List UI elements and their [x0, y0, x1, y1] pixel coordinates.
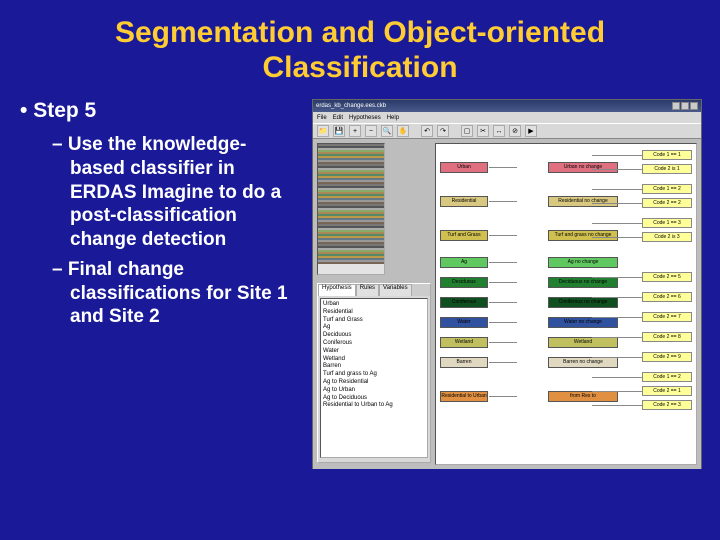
menubar: File Edit Hypotheses Help: [313, 112, 701, 123]
class-node[interactable]: Coniferous: [440, 297, 488, 308]
list-item[interactable]: Turf and Grass: [323, 317, 425, 325]
change-node[interactable]: Turf and grass no change: [548, 230, 618, 241]
list-item[interactable]: Residential: [323, 309, 425, 317]
list-item[interactable]: Coniferous: [323, 340, 425, 348]
tab-rules[interactable]: Rules: [356, 284, 379, 296]
save-icon[interactable]: 💾: [333, 125, 345, 137]
close-icon[interactable]: [690, 102, 698, 110]
list-item[interactable]: Ag: [323, 324, 425, 332]
overview-image: [317, 143, 385, 275]
change-node[interactable]: Residential no change: [548, 196, 618, 207]
class-node[interactable]: Urban: [440, 162, 488, 173]
rule-node[interactable]: Code 2 == 1: [642, 386, 692, 396]
change-node[interactable]: Deciduous no change: [548, 277, 618, 288]
class-node[interactable]: Ag: [440, 257, 488, 268]
tab-variables[interactable]: Variables: [379, 284, 412, 296]
workarea: Hypothesis Rules Variables UrbanResident…: [313, 139, 701, 469]
rule-node[interactable]: Code 2 is 3: [642, 232, 692, 242]
zoom-icon[interactable]: 🔍: [381, 125, 393, 137]
change-node[interactable]: Ag no change: [548, 257, 618, 268]
add-icon[interactable]: ▢: [461, 125, 473, 137]
class-node[interactable]: Barren: [440, 357, 488, 368]
erdas-screenshot: erdas_kb_change.ees.ckb File Edit Hypoth…: [312, 99, 702, 469]
change-node[interactable]: Wetland: [548, 337, 618, 348]
cut-icon[interactable]: ✂: [477, 125, 489, 137]
class-node[interactable]: Wetland: [440, 337, 488, 348]
undo-icon[interactable]: ↶: [421, 125, 433, 137]
class-node[interactable]: Residential: [440, 196, 488, 207]
rule-node[interactable]: Code 2 == 2: [642, 198, 692, 208]
knowledge-tree-canvas[interactable]: Urban Urban no change Code 1 == 1 Code 2 is…: [435, 143, 697, 465]
rule-node[interactable]: Code 1 == 1: [642, 150, 692, 160]
rule-node[interactable]: Code 2 == 8: [642, 332, 692, 342]
slide-title: Segmentation and Object-oriented Classif…: [0, 0, 720, 93]
list-item[interactable]: Turf and grass to Ag: [323, 371, 425, 379]
bullet-1: Use the knowledge-based classifier in ER…: [52, 133, 300, 252]
unlink-icon[interactable]: ⊘: [509, 125, 521, 137]
class-list[interactable]: UrbanResidentialTurf and GrassAgDeciduou…: [320, 298, 428, 458]
class-node[interactable]: Residential to Urban: [440, 391, 488, 402]
rule-node[interactable]: Code 2 is 1: [642, 164, 692, 174]
rule-node[interactable]: Code 2 == 6: [642, 292, 692, 302]
menu-edit[interactable]: Edit: [333, 115, 343, 121]
menu-hypotheses[interactable]: Hypotheses: [349, 115, 381, 121]
maximize-icon[interactable]: [681, 102, 689, 110]
list-item[interactable]: Ag to Residential: [323, 379, 425, 387]
folder-icon[interactable]: 📁: [317, 125, 329, 137]
list-item[interactable]: Barren: [323, 363, 425, 371]
class-node[interactable]: Turf and Grass: [440, 230, 488, 241]
list-item[interactable]: Deciduous: [323, 332, 425, 340]
bullet-2: Final change classifications for Site 1 …: [52, 258, 300, 329]
rule-node[interactable]: Code 2 == 7: [642, 312, 692, 322]
window-titlebar: erdas_kb_change.ees.ckb: [313, 100, 701, 112]
window-title: erdas_kb_change.ees.ckb: [316, 103, 671, 109]
class-node[interactable]: Deciduous: [440, 277, 488, 288]
list-item[interactable]: Urban: [323, 301, 425, 309]
rule-node[interactable]: Code 2 == 9: [642, 352, 692, 362]
side-panel: Hypothesis Rules Variables UrbanResident…: [317, 283, 431, 463]
run-icon[interactable]: ▶: [525, 125, 537, 137]
list-item[interactable]: Wetland: [323, 356, 425, 364]
list-item[interactable]: Water: [323, 348, 425, 356]
change-node[interactable]: from Res to: [548, 391, 618, 402]
step-heading: Step 5: [20, 99, 300, 123]
toolbar: 📁 💾 + − 🔍 ✋ ↶ ↷ ▢ ✂ ↔ ⊘ ▶: [313, 123, 701, 139]
redo-icon[interactable]: ↷: [437, 125, 449, 137]
menu-file[interactable]: File: [317, 115, 327, 121]
hand-icon[interactable]: ✋: [397, 125, 409, 137]
change-node[interactable]: Water no change: [548, 317, 618, 328]
rule-node[interactable]: Code 1 == 3: [642, 218, 692, 228]
rule-node[interactable]: Code 1 == 2: [642, 372, 692, 382]
rule-node[interactable]: Code 1 == 2: [642, 184, 692, 194]
tab-hypothesis[interactable]: Hypothesis: [318, 284, 356, 296]
change-node[interactable]: Barren no change: [548, 357, 618, 368]
minimize-icon[interactable]: [672, 102, 680, 110]
zoom-out-icon[interactable]: −: [365, 125, 377, 137]
list-item[interactable]: Residential to Urban to Ag: [323, 402, 425, 410]
rule-node[interactable]: Code 2 == 5: [642, 272, 692, 282]
change-node[interactable]: Coniferous no change: [548, 297, 618, 308]
list-item[interactable]: Ag to Deciduous: [323, 395, 425, 403]
class-node[interactable]: Water: [440, 317, 488, 328]
rule-node[interactable]: Code 2 == 3: [642, 400, 692, 410]
list-item[interactable]: Ag to Urban: [323, 387, 425, 395]
zoom-in-icon[interactable]: +: [349, 125, 361, 137]
change-node[interactable]: Urban no change: [548, 162, 618, 173]
link-icon[interactable]: ↔: [493, 125, 505, 137]
menu-help[interactable]: Help: [387, 115, 399, 121]
